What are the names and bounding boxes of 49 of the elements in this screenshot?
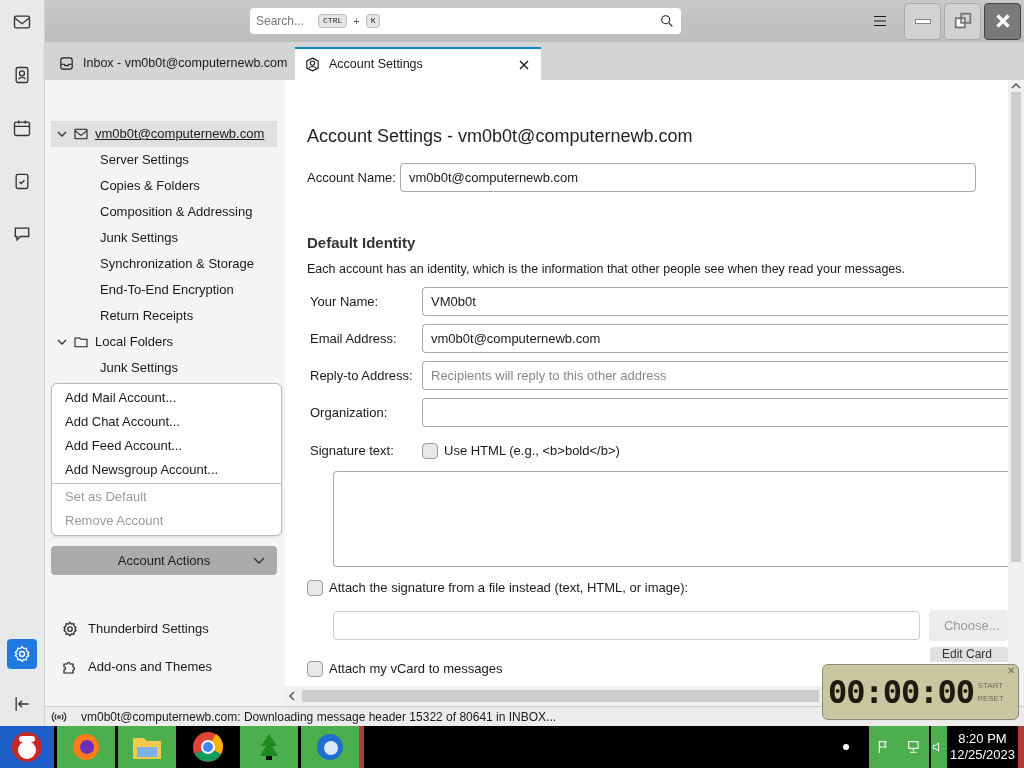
- account-name: vm0b0t@computernewb.com: [95, 125, 265, 144]
- key-joiner: +: [353, 13, 360, 29]
- tree-item[interactable]: Junk Settings: [51, 355, 277, 381]
- input-field[interactable]: VM0b0t: [422, 287, 1008, 317]
- section-title: Default Identity: [307, 233, 417, 253]
- search-placeholder: Search...: [256, 13, 305, 30]
- tab[interactable]: Account Settings: [295, 47, 541, 80]
- account-actions-button[interactable]: Account Actions: [51, 546, 277, 575]
- clock-date: 12/25/2023: [949, 747, 1015, 763]
- section-description: Each account has an identity, which is the information that other people see when they read your messages.: [307, 260, 907, 278]
- tree-item[interactable]: Copies & Folders: [51, 173, 277, 199]
- menu-item[interactable]: Add Chat Account...: [52, 410, 281, 434]
- tree-item[interactable]: Server Settings: [51, 147, 277, 173]
- footer-link[interactable]: Thunderbird Settings: [51, 610, 277, 648]
- checkbox-label: Attach my vCard to messages: [329, 659, 503, 678]
- menu-item[interactable]: Add Mail Account...: [52, 386, 281, 410]
- clock-time: 8:20 PM: [958, 731, 1007, 747]
- tab[interactable]: Inbox - vm0b0t@computernewb.com: [49, 47, 291, 80]
- input-field[interactable]: vm0b0t@computernewb.com: [399, 163, 976, 192]
- status-text: vm0b0t@computernewb.com: Downloading message header 15322 of 80641 in INBOX...: [81, 708, 557, 726]
- tree-item[interactable]: Synchronization & Storage: [51, 251, 277, 277]
- search-field[interactable]: Search... CTRL + K: [250, 8, 681, 34]
- key-cap: K: [365, 14, 381, 28]
- account-name: Local Folders: [95, 333, 174, 352]
- timer-display: 00:00:00: [828, 676, 975, 708]
- field-label: Organization:: [310, 404, 389, 422]
- page-title: Account Settings - vm0b0t@computernewb.com: [307, 125, 694, 148]
- field-label: Signature text:: [310, 442, 395, 460]
- field-label: Account Name:: [307, 168, 396, 187]
- field-label: Email Address:: [310, 330, 398, 348]
- tree-item[interactable]: Junk Settings: [51, 225, 277, 251]
- tree-item[interactable]: Return Receipts: [51, 303, 277, 329]
- checkbox-label: Attach the signature from a file instead (text, HTML, or image):: [329, 579, 689, 598]
- tree-row[interactable]: Local Folders: [51, 329, 277, 355]
- input-field[interactable]: vm0b0t@computernewb.com: [422, 324, 1008, 354]
- footer-link[interactable]: Add-ons and Themes: [51, 648, 277, 686]
- edit-card-button[interactable]: Edit Card: [930, 646, 1008, 662]
- menu-item[interactable]: Add Newsgroup Account...: [52, 458, 281, 482]
- field-label: Reply-to Address:: [310, 367, 414, 385]
- tree-row[interactable]: vm0b0t@computernewb.com: [51, 121, 277, 147]
- tab-label: Inbox - vm0b0t@computernewb.com: [83, 55, 288, 73]
- input-field[interactable]: Recipients will reply to this other address: [422, 361, 1008, 391]
- menu-item[interactable]: Add Feed Account...: [52, 434, 281, 458]
- key-cap: CTRL: [318, 14, 348, 28]
- tree-item[interactable]: End-To-End Encryption: [51, 277, 277, 303]
- tab-label: Account Settings: [329, 56, 423, 74]
- checkbox-label: Use HTML (e.g., <b>bold</b>): [444, 442, 620, 460]
- tree-item[interactable]: Composition & Addressing: [51, 199, 277, 225]
- field-label: Your Name:: [310, 293, 380, 311]
